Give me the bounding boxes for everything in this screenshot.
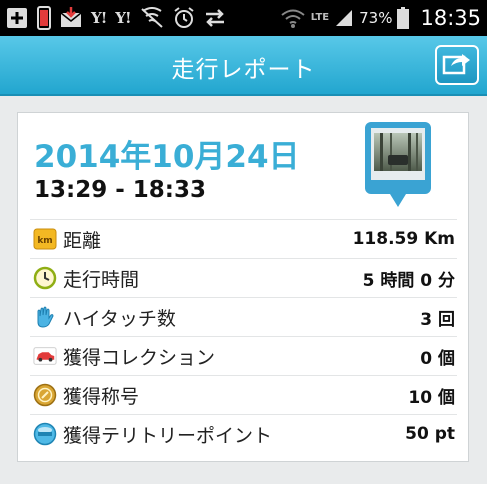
photo-pin-button[interactable] <box>364 121 432 213</box>
medal-icon <box>33 383 57 407</box>
stat-row-drive-time: 走行時間 5 時間 0 分 <box>30 258 457 297</box>
phone-battery-icon <box>37 6 51 30</box>
page-title: 走行レポート <box>171 57 316 83</box>
yahoo-icon: Y! <box>91 9 107 27</box>
photo-pin-icon <box>365 122 431 207</box>
stat-value: 10 個 <box>408 387 455 408</box>
report-card: 2014年10月24日 13:29 - 18:33 km 距離 118.59 K… <box>17 112 469 462</box>
wifi-lte-icon <box>280 6 306 30</box>
lte-label: LTE <box>310 12 330 23</box>
hand-icon <box>33 305 57 329</box>
yahoo-icon-2: Y! <box>115 9 131 27</box>
clock-icon <box>33 266 57 290</box>
stat-label: 走行時間 <box>63 268 140 291</box>
car-icon <box>33 344 57 368</box>
stat-label: 獲得称号 <box>63 385 140 408</box>
share-button[interactable] <box>435 45 479 85</box>
stat-row-distance: km 距離 118.59 Km <box>30 219 457 258</box>
spot-icon <box>33 422 57 446</box>
stat-label: 獲得コレクション <box>63 346 216 369</box>
stat-row-titles: 獲得称号 10 個 <box>30 375 457 414</box>
add-notification-icon <box>6 6 28 30</box>
stat-row-territory-points: 獲得テリトリーポイント 50 pt <box>30 414 457 453</box>
stat-label: 距離 <box>63 229 102 252</box>
km-badge-icon: km <box>33 227 57 251</box>
report-time-range: 13:29 - 18:33 <box>34 177 206 203</box>
stat-row-collection: 獲得コレクション 0 個 <box>30 336 457 375</box>
signal-off-icon <box>140 6 164 30</box>
alarm-icon <box>173 6 195 30</box>
battery-percent: 73% <box>359 9 393 27</box>
status-clock: 18:35 <box>420 6 481 30</box>
app-header: 走行レポート <box>0 36 487 96</box>
svg-text:km: km <box>37 236 52 246</box>
stat-label: ハイタッチ数 <box>63 307 176 330</box>
cell-signal-icon <box>334 6 354 30</box>
report-date: 2014年10月24日 <box>34 139 300 175</box>
sync-icon <box>204 6 226 30</box>
stat-row-high-touch: ハイタッチ数 3 回 <box>30 297 457 336</box>
share-icon <box>442 51 472 79</box>
stat-value: 3 回 <box>420 309 455 330</box>
stat-value: 118.59 Km <box>352 229 455 249</box>
stat-list: km 距離 118.59 Km 走行時間 5 時間 0 分 ハイタッチ数 3 回 <box>30 219 457 453</box>
stat-value: 50 pt <box>405 424 455 444</box>
stat-value: 5 時間 0 分 <box>362 270 455 291</box>
stat-label: 獲得テリトリーポイント <box>63 424 273 447</box>
battery-icon <box>397 6 410 30</box>
stat-value: 0 個 <box>420 348 455 369</box>
mail-download-icon <box>60 6 82 30</box>
status-bar: Y! Y! LTE 73% 18:35 <box>0 0 487 36</box>
